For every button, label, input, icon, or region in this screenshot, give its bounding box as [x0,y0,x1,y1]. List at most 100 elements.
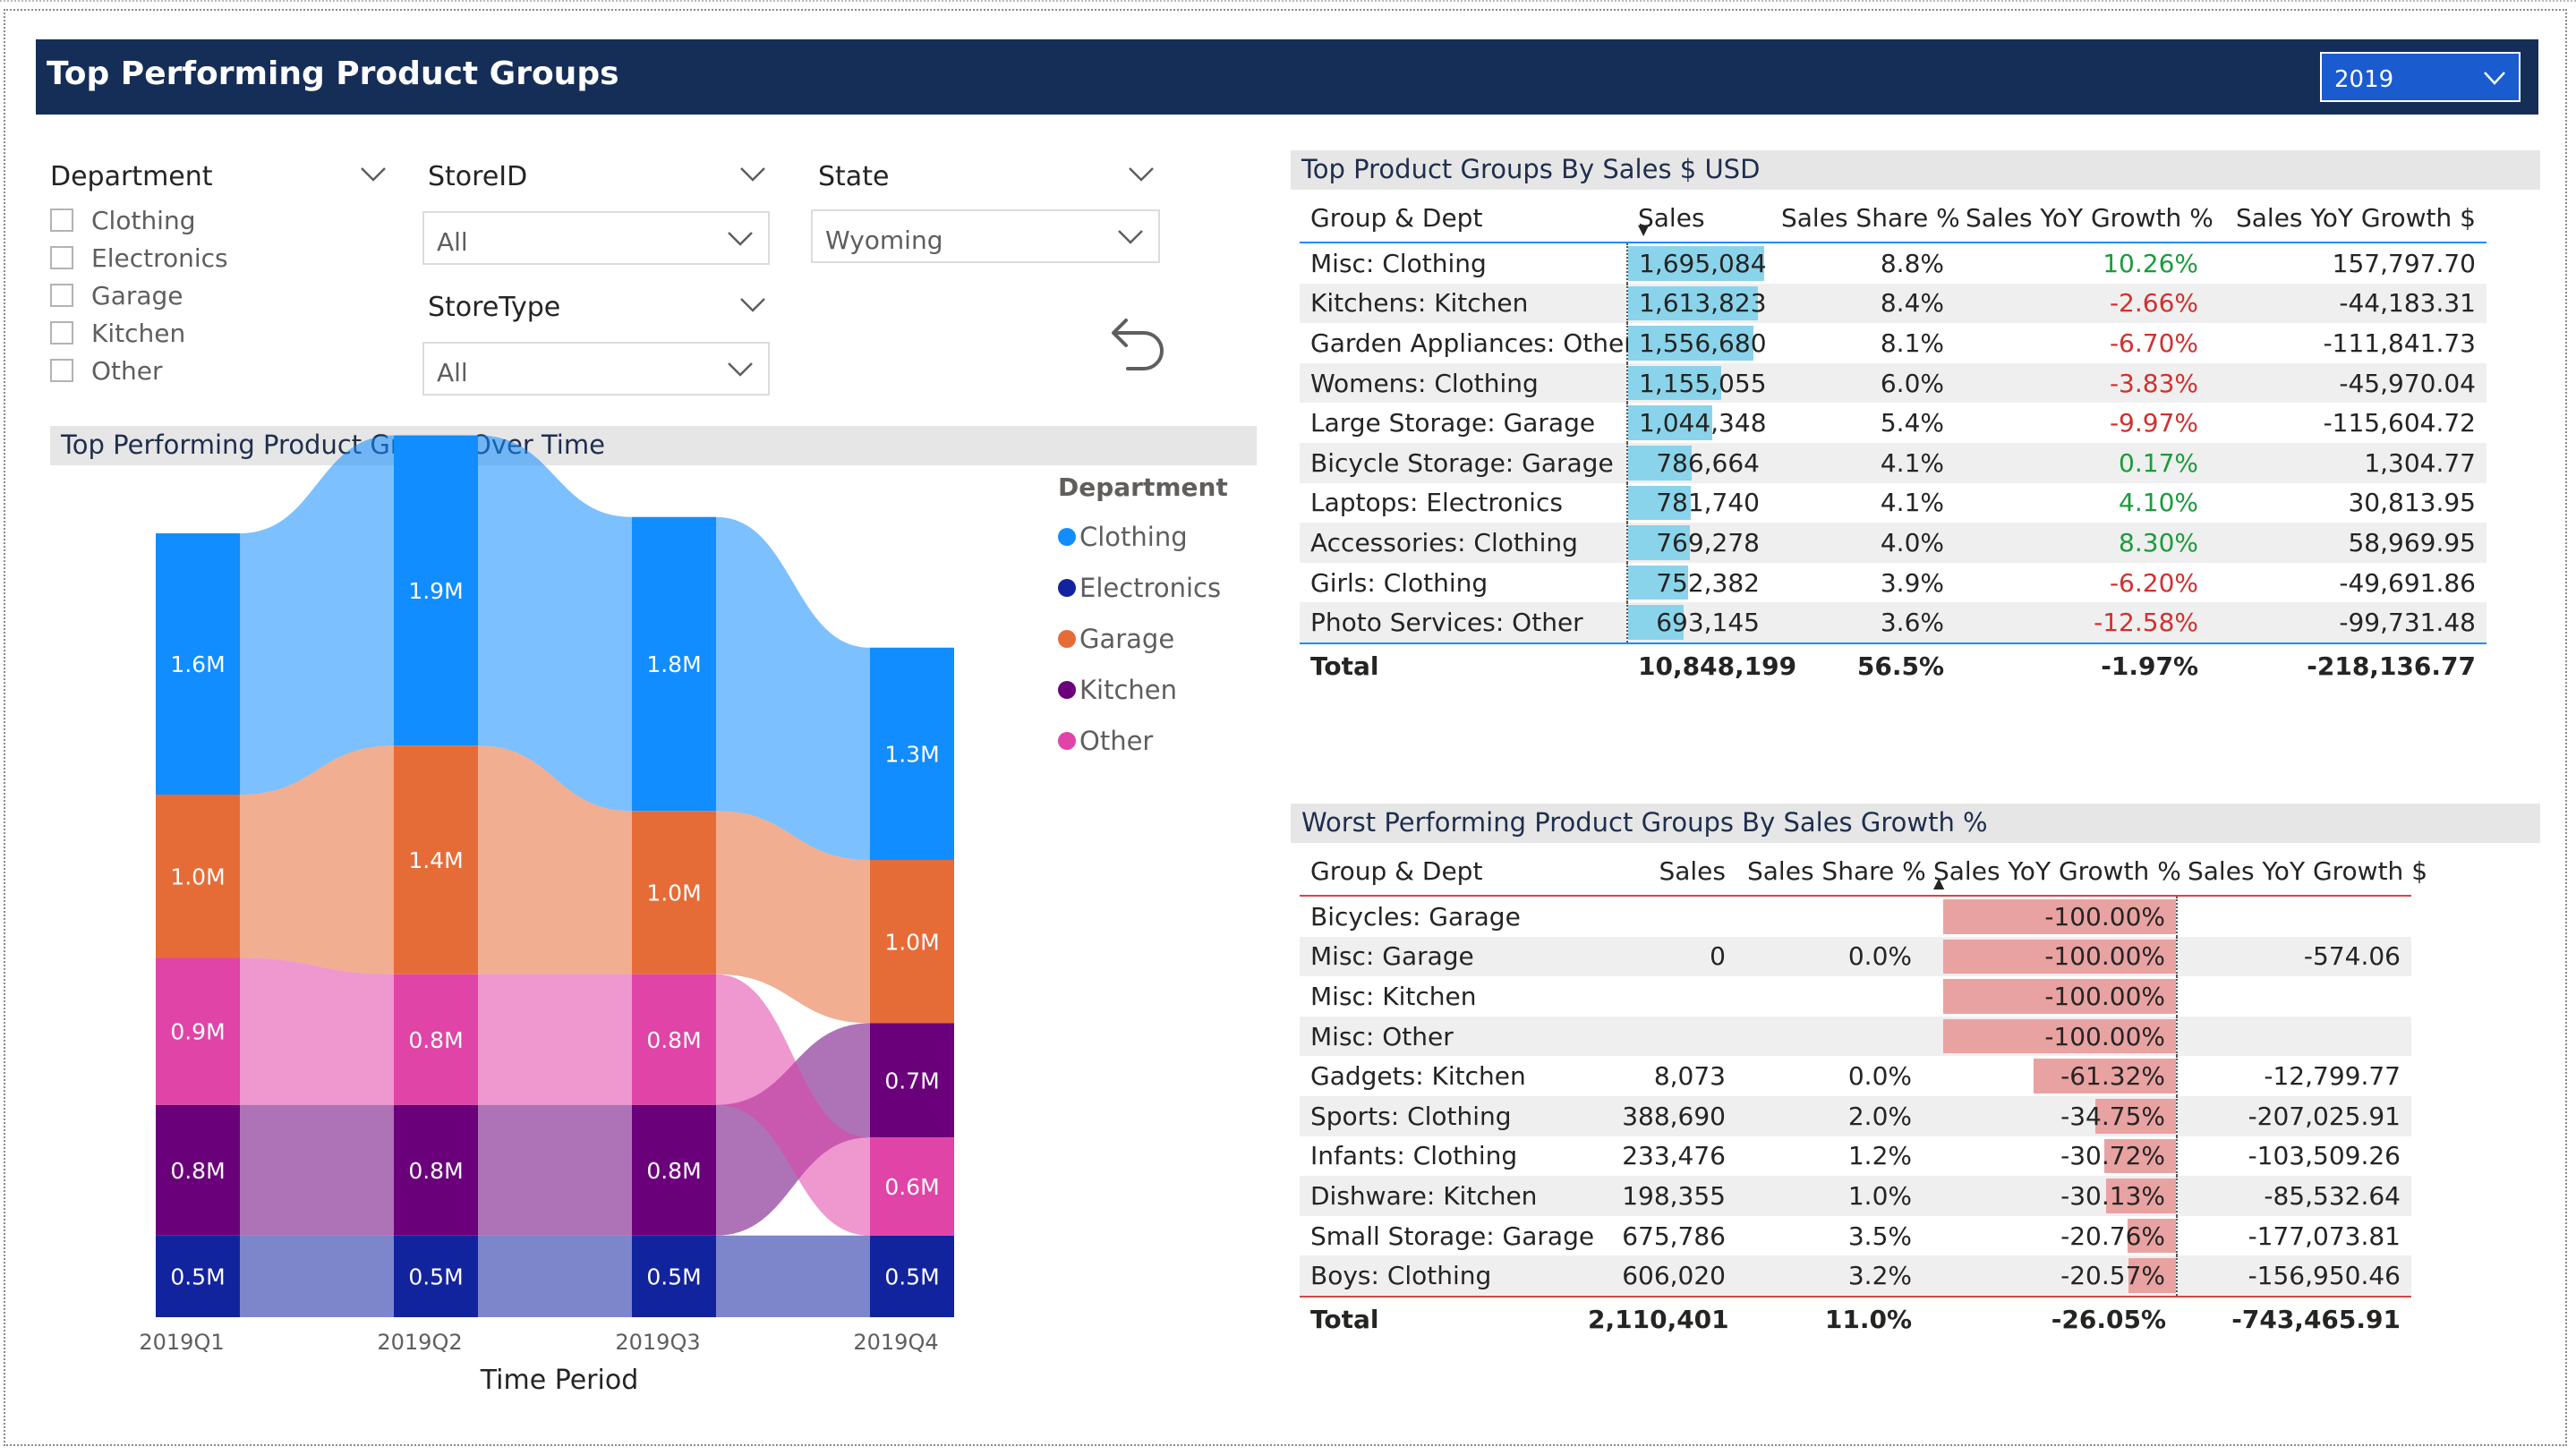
cell-growth-pct: -30.72% [1923,1136,2178,1177]
total-share: 11.0% [1824,1305,1912,1335]
cell-growth-usd: -111,841.73 [2323,328,2476,358]
table-row[interactable]: Sports: Clothing 388,690 2.0% -34.75% -207,0… [1300,1095,2411,1136]
cell-share: 3.9% [1880,567,1944,598]
cell-group: Girls: Clothing [1310,567,1488,598]
cell-group: Boys: Clothing [1300,1255,1577,1297]
cell-sales [1577,1016,1736,1057]
cell-sales: 198,355 [1577,1176,1736,1216]
table-row[interactable]: Bicycles: Garage -100.00% [1300,896,2411,937]
legend-item-kitchen[interactable]: Kitchen [1058,664,1228,715]
cell-sales-text: 1,044,348 [1639,408,1767,438]
cell-sales-text: 769,278 [1656,527,1760,557]
legend-item-garage[interactable]: Garage [1058,613,1228,664]
column-header-sales[interactable]: Sales ▼ [1627,193,1770,242]
legend-item-electronics[interactable]: Electronics [1058,562,1228,613]
legend-marker [1058,731,1076,750]
table-row[interactable]: Boys: Clothing 606,020 3.2% -20.57% -156,950… [1300,1255,2411,1297]
cell-growth-pct: -12.58% [1955,602,2209,643]
cell-sales-text: 1,556,680 [1639,328,1767,358]
column-header-sales[interactable]: Sales [1577,847,1736,896]
table-row[interactable]: Bicycle Storage: Garage 786,664 4.1% 0.17% 1… [1300,442,2486,483]
total-growth-pct: -26.05% [2051,1305,2166,1335]
table-row[interactable]: Misc: Other -100.00% [1300,1016,2411,1057]
table-row[interactable]: Laptops: Electronics 781,740 4.1% 4.10% 30,8… [1300,482,2486,523]
data-label: 1.6M [170,651,225,677]
table-row[interactable]: Womens: Clothing 1,155,055 6.0% -3.83% -45,9… [1300,362,2486,404]
column-header-share[interactable]: Sales Share % [1736,847,1926,896]
x-tick-label: 2019Q1 [139,1330,224,1355]
table-row[interactable]: Misc: Garage 0 0.0% -100.00% -574.06 [1300,936,2411,977]
column-header-group[interactable]: Group & Dept [1300,847,1577,896]
legend-title: Department [1058,472,1228,502]
table-row[interactable]: Misc: Clothing 1,695,084 8.8% 10.26% 157,797… [1300,242,2486,284]
cell-share: 6.0% [1770,362,1955,404]
cell-sales-text: 693,145 [1656,608,1760,638]
ribbon-electronics [240,1235,394,1317]
cell-growth-usd: -103,509.26 [2248,1141,2401,1171]
table-row[interactable]: Accessories: Clothing 769,278 4.0% 8.30% 58,… [1300,523,2486,563]
table-row[interactable]: Garden Appliances: Other 1,556,680 8.1% -6.… [1300,323,2486,363]
legend-item-clothing[interactable]: Clothing [1058,511,1228,562]
chevron-down-icon[interactable] [1126,161,1156,188]
table-row[interactable]: Small Storage: Garage 675,786 3.5% -20.76% -… [1300,1215,2411,1256]
cell-growth-pct: -3.83% [1955,362,2209,404]
column-header-growth-usd[interactable]: Sales YoY Growth $ [2209,193,2486,242]
worst-table-title-bar: Worst Performing Product Groups By Sales… [1291,804,2540,843]
table-row[interactable]: Large Storage: Garage 1,044,348 5.4% -9.97%… [1300,403,2486,443]
cell-sales: 388,690 [1577,1095,1736,1136]
legend-marker [1058,527,1076,546]
ribbon-electronics [478,1235,632,1317]
column-header-growth-pct[interactable]: Sales YoY Growth % [1955,193,2213,242]
data-label: 0.8M [646,1158,701,1184]
cell-growth-usd: -45,970.04 [2209,362,2486,404]
data-label: 1.4M [408,847,463,873]
cell-sales: 769,278 [1626,523,1770,563]
cell-growth-pct-text: -20.76% [2060,1221,2165,1251]
column-header-share[interactable]: Sales Share % [1770,193,1960,242]
cell-group: Bicycles: Garage [1310,901,1521,932]
cell-growth-pct: -20.57% [1923,1255,2178,1297]
table-row[interactable]: Photo Services: Other 693,145 3.6% -12.58% -… [1300,602,2486,643]
cell-growth-usd [2177,1016,2411,1057]
column-header-growth-pct[interactable]: Sales YoY Growth % ▲ [1923,847,2181,896]
cell-share [1736,896,1923,937]
table-row[interactable]: Girls: Clothing 752,382 3.9% -6.20% -49,691.… [1300,562,2486,603]
cell-sales: 233,476 [1622,1141,1726,1171]
year-dropdown-value: 2019 [2334,66,2394,93]
table-row[interactable]: Kitchens: Kitchen 1,613,823 8.4% -2.66% -44,… [1300,283,2486,324]
cell-growth-pct-text: -100.00% [2044,941,2165,972]
cell-group: Sports: Clothing [1300,1095,1577,1136]
cell-sales: 0 [1577,936,1736,977]
total-growth-pct: -1.97% [2101,651,2198,682]
legend-item-other[interactable]: Other [1058,715,1228,766]
total-sales: 10,848,199 [1638,651,1797,682]
column-header-growth-usd[interactable]: Sales YoY Growth $ [2177,847,2427,896]
cell-share: 5.4% [1880,408,1944,438]
cell-growth-usd: -115,604.72 [2323,408,2476,438]
table-row[interactable]: Gadgets: Kitchen 8,073 0.0% -61.32% -12,799.… [1300,1056,2411,1096]
ribbon-kitchen [240,1104,394,1236]
cell-share: 8.8% [1880,248,1944,278]
ribbon-legend: Department Clothing Electronics Garage Kitc… [1058,472,1228,766]
cell-share [1736,1016,1923,1057]
cell-sales: 1,155,055 [1626,362,1770,404]
cell-share: 8.4% [1770,283,1955,324]
column-header-growth-pct-label: Sales YoY Growth % [1933,855,2181,886]
column-header-group[interactable]: Group & Dept [1300,193,1627,242]
cell-growth-pct-text: -30.72% [2060,1141,2165,1171]
cell-sales: 693,145 [1626,602,1770,643]
year-dropdown[interactable]: 2019 [2320,52,2521,102]
legend-label: Kitchen [1079,674,1177,705]
table-row[interactable]: Infants: Clothing 233,476 1.2% -30.72% -103,… [1300,1136,2411,1177]
table-row[interactable]: Misc: Kitchen -100.00% [1300,976,2411,1017]
cell-growth-usd: -177,073.81 [2248,1221,2401,1251]
cell-share: 3.6% [1770,602,1955,643]
undo-icon[interactable] [1103,313,1165,379]
table-row[interactable]: Dishware: Kitchen 198,355 1.0% -30.13% -85,5… [1300,1176,2411,1216]
table-total-row: Total 2,110,401 11.0% -26.05% -743,465.91 [1300,1296,2411,1342]
cell-sales: 1,044,348 [1626,403,1770,443]
cell-growth-pct: -100.00% [1923,1016,2178,1057]
cell-growth-pct: 10.26% [2103,248,2198,278]
data-label: 1.8M [646,651,701,677]
data-label: 1.3M [884,741,939,767]
